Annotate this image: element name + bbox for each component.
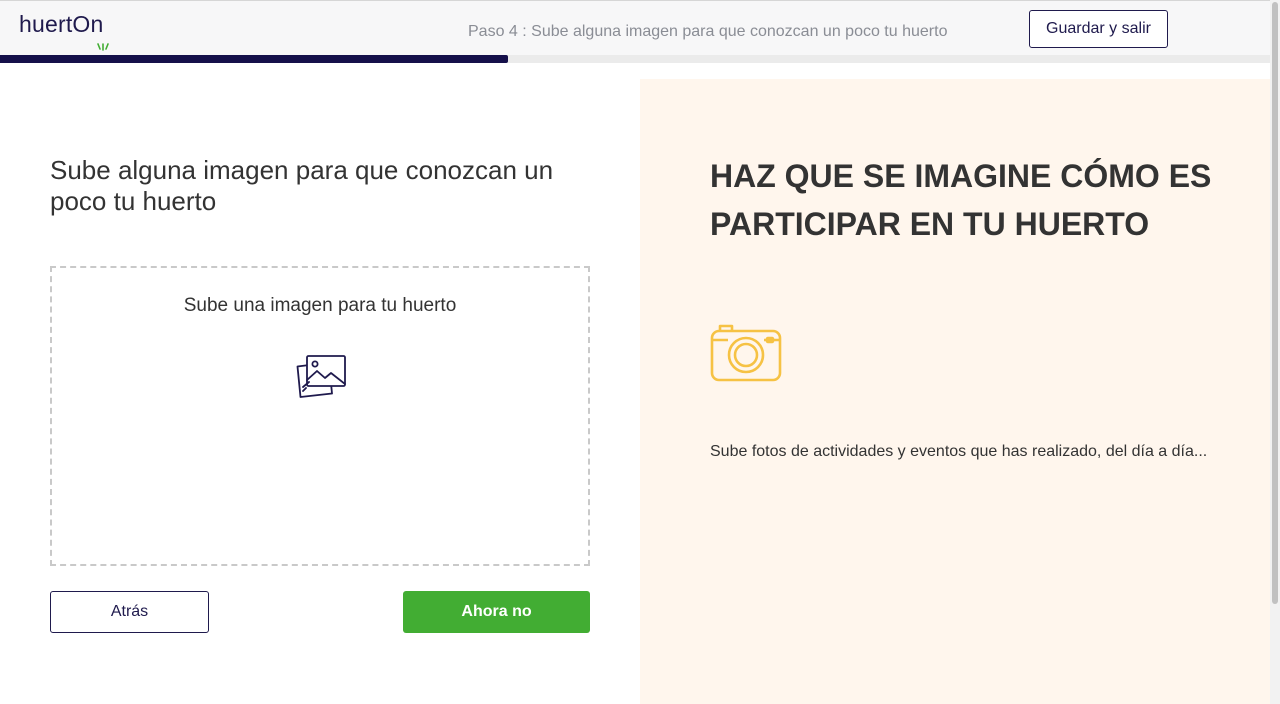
logo[interactable]: huertOn xyxy=(19,11,109,51)
upload-label: Sube una imagen para tu huerto xyxy=(183,295,457,316)
back-button[interactable]: Atrás xyxy=(50,591,209,633)
top-bar: huertOn Paso 4 : Sube alguna imagen para… xyxy=(0,0,1270,55)
logo-text: huertOn xyxy=(19,11,104,37)
sprout-icon xyxy=(97,43,109,51)
scrollbar-thumb[interactable] xyxy=(1272,2,1278,604)
progress-fill xyxy=(0,55,508,63)
image-upload-dropzone[interactable]: Sube una imagen para tu huerto xyxy=(50,266,590,566)
info-panel: HAZ QUE SE IMAGINE CÓMO ES PARTICIPAR EN… xyxy=(640,79,1270,704)
step-indicator: Paso 4 : Sube alguna imagen para que con… xyxy=(468,23,948,40)
skip-button[interactable]: Ahora no xyxy=(403,591,590,633)
info-title: HAZ QUE SE IMAGINE CÓMO ES PARTICIPAR EN… xyxy=(710,158,1212,242)
save-and-exit-button[interactable]: Guardar y salir xyxy=(1029,10,1168,48)
page-title: Sube alguna imagen para que conozcan un … xyxy=(50,155,554,216)
camera-icon xyxy=(710,324,782,382)
images-icon xyxy=(296,355,346,398)
scrollbar[interactable] xyxy=(1270,0,1280,704)
info-description: Sube fotos de actividades y eventos que … xyxy=(710,443,1208,460)
progress-bar xyxy=(0,55,1270,63)
